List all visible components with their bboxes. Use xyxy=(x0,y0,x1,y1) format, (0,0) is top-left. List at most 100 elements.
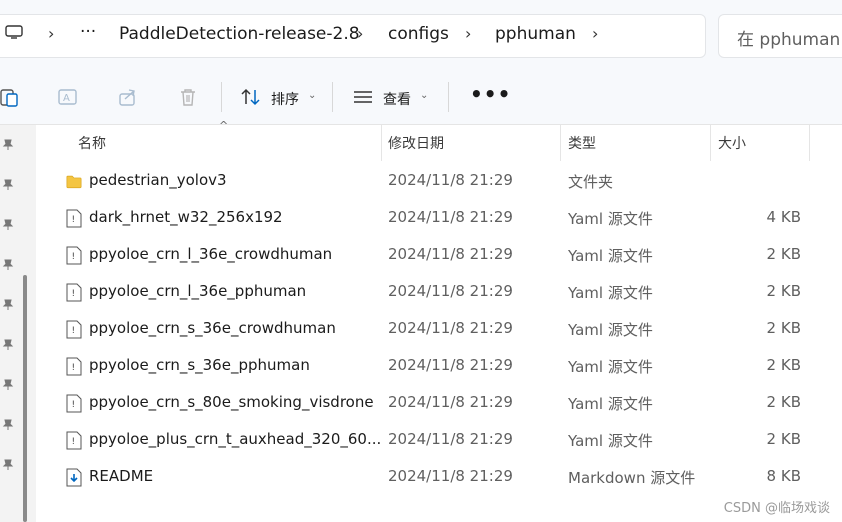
file-row[interactable]: ! ppyoloe_crn_l_36e_crowdhuman 2024/11/8… xyxy=(36,237,842,274)
file-type: Yaml 源文件 xyxy=(568,284,653,302)
svg-text:A: A xyxy=(63,93,70,104)
file-size: 2 KB xyxy=(766,319,801,337)
chevron-down-icon[interactable]: ⌄ xyxy=(420,90,428,101)
file-date: 2024/11/8 21:29 xyxy=(388,393,513,411)
view-button[interactable]: 查看 xyxy=(383,89,411,109)
paste-icon[interactable] xyxy=(0,86,20,108)
pin-icon[interactable] xyxy=(2,459,14,471)
file-name: pedestrian_yolov3 xyxy=(89,171,227,189)
this-pc-icon[interactable] xyxy=(5,25,23,39)
toolbar-divider xyxy=(448,82,449,112)
file-name: ppyoloe_crn_s_36e_crowdhuman xyxy=(89,319,336,337)
file-type: Yaml 源文件 xyxy=(568,358,653,376)
column-header-name[interactable]: 名称 xyxy=(78,133,106,153)
chevron-right-icon[interactable]: › xyxy=(465,24,471,43)
breadcrumb-overflow[interactable]: ··· xyxy=(80,22,96,42)
file-row[interactable]: ! ppyoloe_crn_l_36e_pphuman 2024/11/8 21… xyxy=(36,274,842,311)
column-header-size[interactable]: 大小 xyxy=(718,133,746,153)
file-row[interactable]: ! ppyoloe_crn_s_80e_smoking_visdrone 202… xyxy=(36,385,842,422)
pin-icon[interactable] xyxy=(2,219,14,231)
file-size: 2 KB xyxy=(766,430,801,448)
breadcrumb-item-pphuman[interactable]: pphuman xyxy=(495,24,576,44)
folder-icon xyxy=(66,175,82,189)
chevron-down-icon[interactable]: ⌄ xyxy=(308,90,316,101)
file-row[interactable]: ! ppyoloe_crn_s_36e_pphuman 2024/11/8 21… xyxy=(36,348,842,385)
file-type: Markdown 源文件 xyxy=(568,469,696,487)
pin-icon[interactable] xyxy=(2,259,14,271)
file-date: 2024/11/8 21:29 xyxy=(388,245,513,263)
file-date: 2024/11/8 21:29 xyxy=(388,356,513,374)
file-type: Yaml 源文件 xyxy=(568,432,653,450)
pin-icon[interactable] xyxy=(2,179,14,191)
yaml-file-icon: ! xyxy=(66,209,82,228)
file-date: 2024/11/8 21:29 xyxy=(388,208,513,226)
file-date: 2024/11/8 21:29 xyxy=(388,282,513,300)
svg-text:!: ! xyxy=(72,437,76,447)
svg-text:!: ! xyxy=(72,252,76,262)
pin-icon[interactable] xyxy=(2,379,14,391)
delete-icon[interactable] xyxy=(177,86,199,108)
file-name: ppyoloe_crn_l_36e_crowdhuman xyxy=(89,245,333,263)
file-row[interactable]: ! dark_hrnet_w32_256x192 2024/11/8 21:29… xyxy=(36,200,842,237)
svg-text:!: ! xyxy=(72,326,76,336)
navigation-pane xyxy=(0,125,36,522)
file-name: ppyoloe_crn_s_80e_smoking_visdrone xyxy=(89,393,374,411)
search-input[interactable]: 在 pphuman 中 xyxy=(718,14,842,58)
more-options-button[interactable]: ••• xyxy=(470,82,511,106)
file-name: ppyoloe_plus_crn_t_auxhead_320_60... xyxy=(89,430,382,448)
file-row[interactable]: README 2024/11/8 21:29 Markdown 源文件 8 KB xyxy=(36,459,842,496)
file-size: 2 KB xyxy=(766,356,801,374)
file-size: 2 KB xyxy=(766,393,801,411)
file-row[interactable]: ! ppyoloe_crn_s_36e_crowdhuman 2024/11/8… xyxy=(36,311,842,348)
column-divider[interactable] xyxy=(560,125,561,161)
file-type: Yaml 源文件 xyxy=(568,395,653,413)
svg-text:!: ! xyxy=(72,215,76,225)
pin-icon[interactable] xyxy=(2,299,14,311)
file-name: ppyoloe_crn_l_36e_pphuman xyxy=(89,282,307,300)
pin-icon[interactable] xyxy=(2,339,14,351)
column-divider[interactable] xyxy=(381,125,382,161)
svg-text:!: ! xyxy=(72,289,76,299)
svg-text:!: ! xyxy=(72,363,76,373)
file-row[interactable]: pedestrian_yolov3 2024/11/8 21:29 文件夹 xyxy=(36,163,842,200)
view-icon[interactable] xyxy=(352,86,374,108)
pin-icon[interactable] xyxy=(2,139,14,151)
share-icon[interactable] xyxy=(117,86,139,108)
chevron-right-icon[interactable]: › xyxy=(48,24,54,43)
toolbar-divider xyxy=(221,82,222,112)
yaml-file-icon: ! xyxy=(66,320,82,339)
file-size: 2 KB xyxy=(766,245,801,263)
file-date: 2024/11/8 21:29 xyxy=(388,467,513,485)
navigation-scrollbar[interactable] xyxy=(23,275,27,522)
breadcrumb-item-paddledetection[interactable]: PaddleDetection-release-2.8 xyxy=(119,24,360,44)
file-name: ppyoloe_crn_s_36e_pphuman xyxy=(89,356,310,374)
file-date: 2024/11/8 21:29 xyxy=(388,319,513,337)
file-date: 2024/11/8 21:29 xyxy=(388,171,513,189)
address-bar-row: › ··· PaddleDetection-release-2.8 › conf… xyxy=(0,0,842,68)
column-divider[interactable] xyxy=(710,125,711,161)
file-size: 4 KB xyxy=(766,208,801,226)
watermark: CSDN @临场戏谈 xyxy=(723,501,830,516)
file-type: Yaml 源文件 xyxy=(568,321,653,339)
file-name: README xyxy=(89,467,154,485)
chevron-right-icon[interactable]: › xyxy=(592,24,598,43)
rename-icon[interactable]: A xyxy=(57,86,79,108)
yaml-file-icon: ! xyxy=(66,283,82,302)
pin-icon[interactable] xyxy=(2,419,14,431)
column-header-date[interactable]: 修改日期 xyxy=(388,133,444,153)
sort-button[interactable]: 排序 xyxy=(271,89,299,109)
yaml-file-icon: ! xyxy=(66,357,82,376)
column-divider[interactable] xyxy=(809,125,810,161)
command-bar: A 排序 ⌄ 查看 ⌄ ••• xyxy=(0,68,842,125)
yaml-file-icon: ! xyxy=(66,246,82,265)
file-type: Yaml 源文件 xyxy=(568,210,653,228)
sort-icon[interactable] xyxy=(240,86,262,108)
file-list: ^ 名称 修改日期 类型 大小 pedestrian_yolov3 2024/1… xyxy=(36,119,842,522)
breadcrumb-item-configs[interactable]: configs xyxy=(388,24,449,44)
yaml-file-icon: ! xyxy=(66,431,82,450)
file-name: dark_hrnet_w32_256x192 xyxy=(89,208,283,226)
column-header-type[interactable]: 类型 xyxy=(568,133,596,153)
chevron-right-icon[interactable]: › xyxy=(357,24,363,43)
yaml-file-icon: ! xyxy=(66,394,82,413)
file-row[interactable]: ! ppyoloe_plus_crn_t_auxhead_320_60... 2… xyxy=(36,422,842,459)
